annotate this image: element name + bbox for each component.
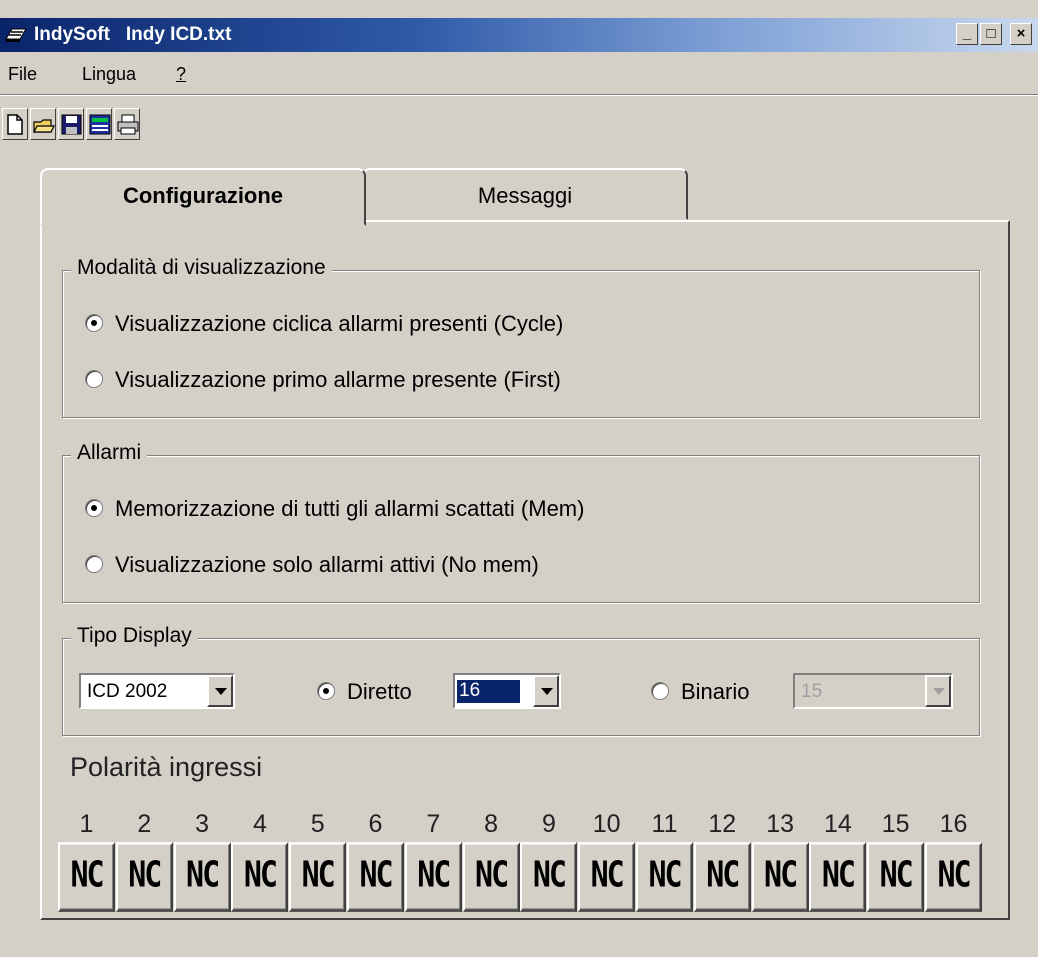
polarity-toggle-button[interactable]: NC	[347, 842, 404, 912]
cycle-radio[interactable]	[85, 314, 103, 332]
mem-label: Memorizzazione di tutti gli allarmi scat…	[115, 496, 585, 521]
input-number-label: 2	[137, 810, 152, 838]
polarity-toggle-button[interactable]: NC	[636, 842, 693, 912]
polarity-toggle-button[interactable]: NC	[693, 842, 751, 912]
polarity-toggle-button[interactable]: NC	[289, 842, 347, 912]
mem-option[interactable]: Memorizzazione di tutti gli allarmi scat…	[85, 496, 584, 522]
direct-value: 16	[457, 680, 521, 703]
display-model-select[interactable]: ICD 2002	[79, 673, 235, 709]
new-document-icon	[7, 114, 23, 135]
input-number-label: 12	[708, 810, 737, 838]
direct-radio[interactable]	[317, 682, 335, 700]
maximize-button[interactable]: □	[980, 23, 1002, 45]
menu-lingua[interactable]: Lingua	[82, 64, 136, 85]
polarity-toggle-button[interactable]: NC	[231, 842, 289, 912]
display-type-group: Tipo Display ICD 2002 Diretto 16 Binario…	[62, 624, 980, 736]
display-mode-title: Modalità di visualizzazione	[71, 256, 332, 280]
minimize-button[interactable]: _	[956, 23, 978, 45]
input-number-label: 16	[939, 810, 968, 838]
menu-help-label: ?	[176, 64, 187, 84]
nomem-label: Visualizzazione solo allarmi attivi (No …	[115, 552, 539, 577]
chevron-down-icon[interactable]	[925, 675, 951, 707]
open-folder-icon	[33, 119, 55, 133]
window-title: IndySoft Indy ICD.txt	[34, 24, 231, 46]
menu-bar: File Lingua ?	[0, 54, 1038, 94]
polarity-toggle-button[interactable]: NC	[462, 842, 520, 912]
alarms-title: Allarmi	[71, 441, 148, 465]
nomem-radio[interactable]	[85, 555, 103, 573]
mem-radio[interactable]	[85, 499, 103, 517]
input-number-label: 7	[426, 810, 441, 838]
cycle-label: Visualizzazione ciclica allarmi presenti…	[115, 311, 564, 336]
input-number-label: 14	[823, 810, 852, 838]
cycle-option[interactable]: Visualizzazione ciclica allarmi presenti…	[85, 311, 563, 337]
polarity-toggle-button[interactable]: NC	[58, 842, 115, 912]
tab-messaggi-label: Messaggi	[477, 183, 573, 208]
input-number-label: 1	[79, 810, 94, 838]
direct-label: Diretto	[347, 679, 412, 704]
title-bar[interactable]: IndySoft Indy ICD.txt _ □ ×	[0, 18, 1038, 52]
polarity-title: Polarità ingressi	[70, 752, 263, 782]
polarity-toggle-button[interactable]: NC	[578, 842, 636, 912]
file-name: Indy ICD.txt	[125, 24, 232, 45]
first-radio[interactable]	[85, 370, 103, 388]
polarity-toggle-button[interactable]: NC	[173, 842, 231, 912]
input-number-label: 9	[541, 810, 556, 838]
indysoft-app-icon	[4, 23, 28, 45]
nomem-option[interactable]: Visualizzazione solo allarmi attivi (No …	[85, 552, 539, 578]
save-disk-icon	[61, 114, 82, 135]
app-name: IndySoft	[34, 24, 110, 45]
input-number-label: 4	[252, 810, 267, 838]
input-number-label: 8	[484, 810, 499, 838]
tab-configurazione[interactable]: Configurazione	[40, 168, 366, 226]
binary-label: Binario	[681, 679, 750, 704]
close-button[interactable]: ×	[1010, 23, 1032, 45]
binary-value-select[interactable]: 15	[793, 673, 953, 709]
menu-file[interactable]: File	[8, 64, 37, 85]
polarity-toggle-button[interactable]: NC	[925, 842, 982, 912]
direct-value-select[interactable]: 16	[453, 673, 561, 709]
input-number-label: 5	[310, 810, 325, 838]
chevron-down-icon[interactable]	[533, 675, 559, 707]
input-number-label: 13	[766, 810, 794, 838]
binary-value: 15	[801, 681, 823, 702]
chevron-down-icon[interactable]	[207, 675, 233, 707]
menu-file-label: File	[8, 64, 38, 84]
open-button[interactable]	[30, 108, 56, 140]
input-number-label: 11	[651, 810, 678, 838]
alarms-group: Allarmi Memorizzazione di tutti gli alla…	[62, 441, 980, 603]
display-model-value: ICD 2002	[87, 681, 168, 702]
display-mode-group: Modalità di visualizzazione Visualizzazi…	[62, 256, 980, 418]
input-number-label: 10	[592, 810, 621, 838]
first-option[interactable]: Visualizzazione primo allarme presente (…	[85, 367, 561, 393]
display-monitor-icon	[89, 114, 111, 135]
polarity-toggle-button[interactable]: NC	[867, 842, 925, 912]
polarity-toggle-button[interactable]: NC	[809, 842, 867, 912]
polarity-toggle-button[interactable]: NC	[751, 842, 809, 912]
binary-option[interactable]: Binario	[651, 679, 749, 705]
printer-icon	[117, 114, 139, 135]
new-button[interactable]	[2, 108, 28, 140]
print-button[interactable]	[114, 108, 140, 140]
menu-separator	[0, 94, 1038, 96]
display-button[interactable]	[86, 108, 112, 140]
menu-help[interactable]: ?	[176, 64, 186, 85]
menu-lingua-label: Lingua	[82, 64, 137, 84]
direct-option[interactable]: Diretto	[317, 679, 412, 705]
input-number-label: 15	[881, 810, 910, 838]
polarity-toggle-button[interactable]: NC	[520, 842, 578, 912]
display-type-title: Tipo Display	[71, 624, 198, 648]
first-label: Visualizzazione primo allarme presente (…	[115, 367, 561, 392]
binary-radio[interactable]	[651, 682, 669, 700]
input-number-label: 3	[195, 810, 210, 838]
tab-messaggi[interactable]: Messaggi	[362, 168, 688, 220]
save-button[interactable]	[58, 108, 84, 140]
polarity-toggle-button[interactable]: NC	[404, 842, 462, 912]
polarity-toggle-button[interactable]: NC	[115, 842, 173, 912]
tab-configurazione-label: Configurazione	[122, 183, 284, 208]
input-number-label: 6	[368, 810, 383, 838]
